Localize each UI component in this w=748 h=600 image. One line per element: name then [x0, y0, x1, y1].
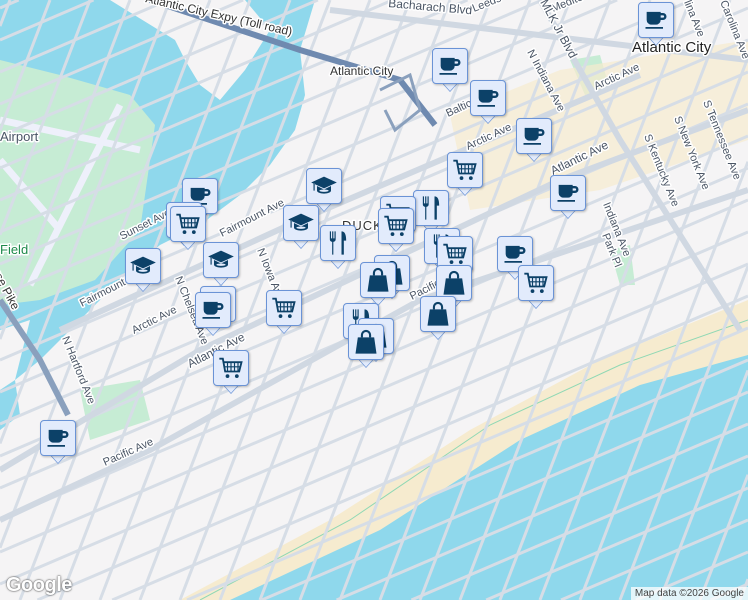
cart-icon	[451, 156, 479, 184]
coffee-marker[interactable]	[40, 420, 78, 466]
marker-box	[432, 48, 468, 84]
marker-box	[125, 248, 161, 284]
cart-marker[interactable]	[266, 290, 304, 336]
graduation-icon	[287, 209, 315, 237]
cart-marker[interactable]	[518, 265, 556, 311]
marker-box	[306, 168, 342, 204]
graduation-marker[interactable]	[125, 248, 163, 294]
marker-box	[420, 296, 456, 332]
coffee-icon	[501, 240, 529, 268]
marker-box	[516, 118, 552, 154]
coffee-icon	[642, 6, 670, 34]
marker-box	[638, 2, 674, 38]
marker-box	[518, 265, 554, 301]
google-logo[interactable]: Google	[6, 574, 72, 597]
coffee-icon	[436, 52, 464, 80]
coffee-icon	[554, 179, 582, 207]
marker-layer	[0, 0, 748, 600]
marker-box	[195, 292, 231, 328]
coffee-icon	[474, 84, 502, 112]
coffee-icon	[44, 424, 72, 452]
cart-marker[interactable]	[378, 208, 416, 254]
coffee-marker[interactable]	[470, 80, 508, 126]
shopping-icon	[352, 328, 380, 356]
shopping-marker[interactable]	[348, 324, 386, 370]
cart-icon	[441, 240, 469, 268]
marker-box	[320, 225, 356, 261]
cart-icon	[174, 210, 202, 238]
marker-box	[550, 175, 586, 211]
marker-box	[283, 205, 319, 241]
map-attribution[interactable]: Map data ©2026 Google	[630, 587, 748, 600]
shopping-icon	[424, 300, 452, 328]
cart-icon	[217, 354, 245, 382]
marker-box	[213, 350, 249, 386]
marker-box	[413, 190, 449, 226]
marker-box	[266, 290, 302, 326]
restaurant-marker[interactable]	[320, 225, 358, 271]
shopping-marker[interactable]	[420, 296, 458, 342]
graduation-icon	[310, 172, 338, 200]
cart-icon	[270, 294, 298, 322]
coffee-marker[interactable]	[550, 175, 588, 221]
graduation-icon	[129, 252, 157, 280]
graduation-marker[interactable]	[203, 242, 241, 288]
cart-marker[interactable]	[213, 350, 251, 396]
shopping-marker[interactable]	[360, 262, 398, 308]
marker-box	[360, 262, 396, 298]
cart-icon	[382, 212, 410, 240]
shopping-icon	[440, 269, 468, 297]
marker-box	[203, 242, 239, 278]
marker-box	[170, 206, 206, 242]
marker-box	[470, 80, 506, 116]
cart-icon	[522, 269, 550, 297]
coffee-icon	[199, 296, 227, 324]
shopping-icon	[364, 266, 392, 294]
coffee-icon	[520, 122, 548, 150]
coffee-marker[interactable]	[195, 292, 233, 338]
restaurant-icon	[324, 229, 352, 257]
coffee-marker[interactable]	[638, 2, 676, 48]
restaurant-icon	[417, 194, 445, 222]
graduation-marker[interactable]	[283, 205, 321, 251]
graduation-icon	[207, 246, 235, 274]
marker-box	[378, 208, 414, 244]
coffee-marker[interactable]	[432, 48, 470, 94]
marker-box	[348, 324, 384, 360]
marker-box	[40, 420, 76, 456]
coffee-marker[interactable]	[516, 118, 554, 164]
cart-marker[interactable]	[447, 152, 485, 198]
marker-box	[447, 152, 483, 188]
